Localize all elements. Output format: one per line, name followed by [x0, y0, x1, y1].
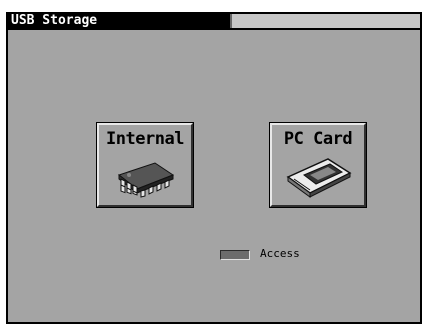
access-label: Access: [260, 247, 300, 260]
pc-card-icon: [286, 158, 352, 198]
title-bar-fill: [230, 14, 420, 28]
title-bar: USB Storage: [8, 14, 420, 30]
memory-chip-icon: [117, 162, 175, 198]
pc-card-button[interactable]: PC Card: [269, 122, 367, 208]
internal-storage-button[interactable]: Internal: [96, 122, 194, 208]
screen: USB Storage Internal PC Card Access: [0, 0, 434, 330]
internal-label: Internal: [106, 129, 184, 149]
window-title: USB Storage: [8, 14, 230, 28]
usb-storage-window: USB Storage Internal PC Card Access: [6, 12, 422, 324]
access-indicator-led: [220, 250, 250, 260]
pc-card-label: PC Card: [283, 129, 353, 149]
